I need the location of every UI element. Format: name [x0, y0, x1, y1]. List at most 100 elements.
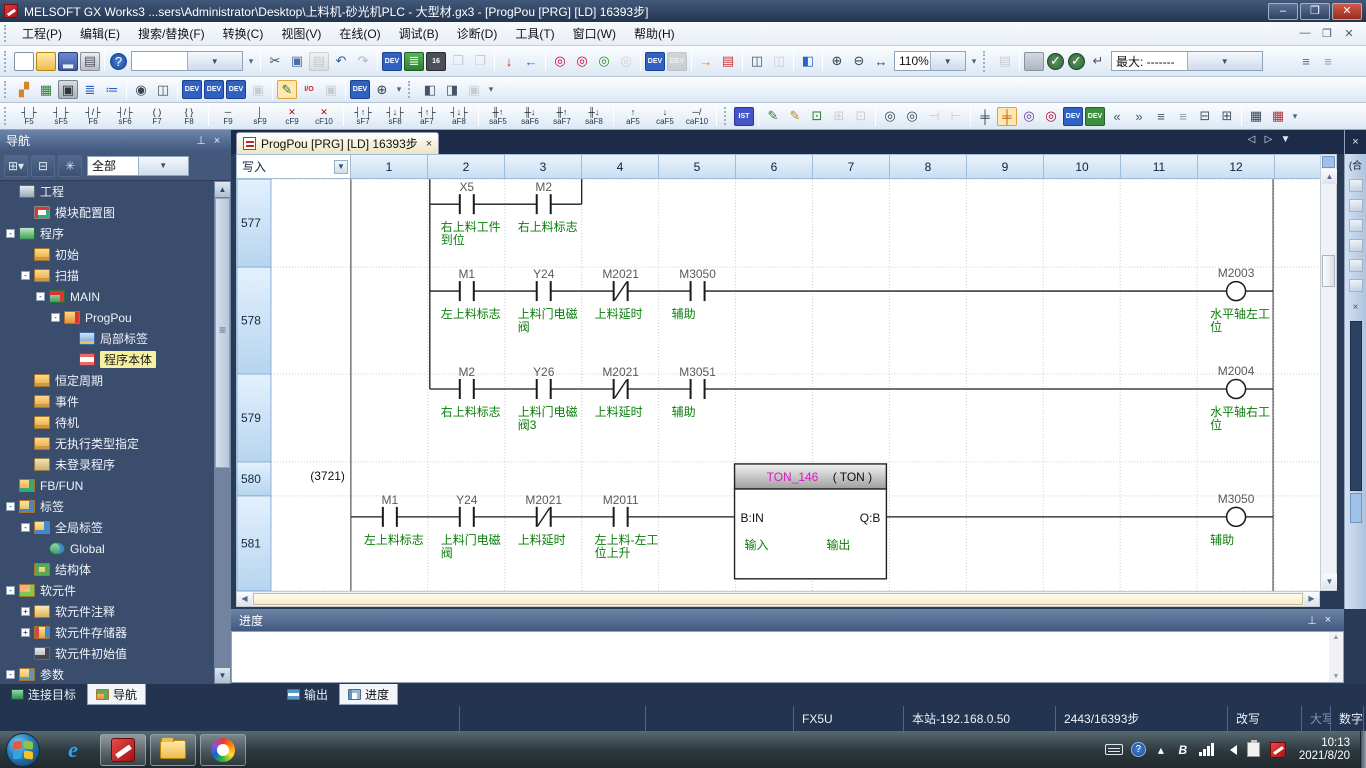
- maximize-button[interactable]: ❐: [1300, 3, 1330, 20]
- tb-dev-c-icon[interactable]: DEV: [226, 80, 246, 99]
- tb-tree-icon[interactable]: ▞: [14, 80, 34, 99]
- nav-item-5[interactable]: -MAIN: [0, 286, 214, 307]
- new-doc-icon[interactable]: [14, 52, 34, 71]
- ladder-canvas[interactable]: 577X5右上料工件到位M2右上料标志578M1左上料标志Y24上料门电磁阀M2…: [236, 179, 1320, 591]
- bubble-a-icon[interactable]: ⊡: [807, 107, 827, 126]
- toolbar-combo[interactable]: 最大: -------▼: [1111, 51, 1263, 71]
- toolbar-overflow-icon[interactable]: ▾: [1289, 111, 1301, 122]
- toolbar-overflow-icon[interactable]: ▾: [393, 84, 405, 95]
- tree-expander-icon[interactable]: -: [6, 586, 15, 595]
- menu-item-6[interactable]: 调试(B): [390, 22, 448, 45]
- bubble-gray-icon[interactable]: ⊡: [851, 107, 871, 126]
- tree-display-button[interactable]: ⊞▾: [4, 155, 28, 177]
- doc-red-icon[interactable]: ▤: [718, 52, 738, 71]
- chevron-down-icon[interactable]: ▼: [1187, 52, 1263, 70]
- list-y-icon[interactable]: ⊞: [1217, 107, 1237, 126]
- nav-item-4[interactable]: -扫描: [0, 265, 214, 286]
- ladder-symbol-sF8[interactable]: ┤↓├sF8: [380, 104, 410, 128]
- tb-win-a-icon[interactable]: ◧: [420, 80, 440, 99]
- nav-item-20[interactable]: +软元件注释: [0, 601, 214, 622]
- nav-item-6[interactable]: -ProgPou: [0, 307, 214, 328]
- dock-close-icon[interactable]: ×: [1345, 130, 1366, 154]
- toolbar-overflow-icon[interactable]: ▾: [485, 84, 497, 95]
- vscroll-thumb[interactable]: [1322, 255, 1335, 287]
- tab-scroll-right-icon[interactable]: ▷: [1260, 134, 1277, 145]
- tree-expander-icon[interactable]: -: [6, 502, 15, 511]
- tree-expander-icon[interactable]: -: [21, 523, 30, 532]
- scroll-left-icon[interactable]: ◀: [237, 592, 252, 606]
- tb-gray-c-icon[interactable]: ▣: [464, 80, 484, 99]
- ladder-symbol-cF10[interactable]: ✕cF10: [309, 104, 339, 128]
- nav-tab-1[interactable]: 导航: [87, 684, 146, 705]
- win-pair-icon[interactable]: ❐: [448, 52, 468, 71]
- wire-a-icon[interactable]: ╪: [975, 107, 995, 126]
- ladder-symbol-caF5[interactable]: ↓caF5: [650, 104, 680, 128]
- line-del-icon[interactable]: ⊢: [946, 107, 966, 126]
- tb-list-blue-icon[interactable]: ≣: [80, 80, 100, 99]
- ladder-symbol-aF5[interactable]: ↑aF5: [618, 104, 648, 128]
- chevron-down-icon[interactable]: ▼: [930, 52, 966, 70]
- ladder-symbol-F7[interactable]: ( )F7: [142, 104, 172, 128]
- dev-gray-icon[interactable]: DEV: [667, 52, 687, 71]
- nav-item-23[interactable]: -参数: [0, 664, 214, 684]
- chevron-down-icon[interactable]: ▼: [334, 160, 348, 174]
- fb-TON_146[interactable]: TON_146( TON )B:INQ:B输入输出: [735, 464, 887, 579]
- taskbar-clock[interactable]: 10:13 2021/8/20: [1299, 737, 1350, 763]
- tb-find-win-icon[interactable]: ◫: [153, 80, 173, 99]
- menu-item-10[interactable]: 帮助(H): [625, 22, 684, 45]
- ladder-symbol-cF9[interactable]: ✕cF9: [277, 104, 307, 128]
- mode-cell[interactable]: 写入▼: [237, 155, 351, 178]
- open-folder-icon[interactable]: [36, 52, 56, 71]
- minimize-button[interactable]: –: [1268, 3, 1298, 20]
- redo-icon[interactable]: ↷: [353, 52, 373, 71]
- nav-item-8[interactable]: 程序本体: [0, 349, 214, 370]
- tb-dev-a-icon[interactable]: DEV: [182, 80, 202, 99]
- tb-edit-hl-icon[interactable]: ✎: [277, 80, 297, 99]
- copy-icon[interactable]: ▣: [287, 52, 307, 71]
- pin-icon[interactable]: ⊥: [1304, 614, 1320, 627]
- gx-tray-icon[interactable]: [1270, 742, 1286, 758]
- menu-item-9[interactable]: 窗口(W): [564, 22, 625, 45]
- dock-icon[interactable]: [1349, 179, 1363, 192]
- scroll-right-icon[interactable]: ▶: [1304, 592, 1319, 606]
- win-blue-icon[interactable]: ◧: [798, 52, 818, 71]
- nav-item-13[interactable]: 未登录程序: [0, 454, 214, 475]
- ladder-symbol-F9[interactable]: ─F9: [213, 104, 243, 128]
- ladder-symbol-saF5[interactable]: ╫↑saF5: [483, 104, 513, 128]
- scroll-down-icon[interactable]: ▼: [215, 668, 230, 683]
- help-tray-icon[interactable]: ?: [1131, 742, 1146, 757]
- pencil-a-icon[interactable]: ✎: [763, 107, 783, 126]
- dev-monitor-icon[interactable]: ≣: [404, 52, 424, 71]
- nav-item-11[interactable]: 待机: [0, 412, 214, 433]
- menu-item-1[interactable]: 编辑(E): [71, 22, 129, 45]
- tree-expander-icon[interactable]: -: [6, 229, 15, 238]
- scroll-down-icon[interactable]: ▼: [1322, 574, 1337, 589]
- editor-hscrollbar[interactable]: ◀ ▶: [236, 591, 1320, 607]
- tab-progpou[interactable]: ProgPou [PRG] [LD] 16393步 ×: [236, 132, 439, 154]
- ladder-symbol-sF9[interactable]: │sF9: [245, 104, 275, 128]
- dock-icon[interactable]: [1349, 219, 1363, 232]
- wire-b-icon[interactable]: ╪: [997, 107, 1017, 126]
- chevron-down-icon[interactable]: ▼: [187, 52, 243, 70]
- win-gray-icon[interactable]: ◫: [769, 52, 789, 71]
- tree-expander-icon[interactable]: -: [51, 313, 60, 322]
- shift-l-icon[interactable]: «: [1107, 107, 1127, 126]
- toolbar-combo[interactable]: ▼: [131, 51, 243, 71]
- gray-1-icon[interactable]: ⊞: [829, 107, 849, 126]
- network-signal-icon[interactable]: [1199, 743, 1215, 756]
- vscroll-split-box[interactable]: [1322, 156, 1335, 168]
- ladder-symbol-caF10[interactable]: ─/caF10: [682, 104, 712, 128]
- ladder-symbol-saF6[interactable]: ╫↓saF6: [515, 104, 545, 128]
- chevron-down-icon[interactable]: ▼: [138, 157, 189, 175]
- nav-item-12[interactable]: 无执行类型指定: [0, 433, 214, 454]
- help-circle-icon[interactable]: ?: [110, 53, 127, 70]
- tree-expander-icon[interactable]: -: [21, 271, 30, 280]
- inst-box-icon[interactable]: IST: [734, 107, 754, 126]
- tb-io-icon[interactable]: I/O: [299, 80, 319, 99]
- dock-icon[interactable]: [1349, 199, 1363, 212]
- undo-icon[interactable]: ↶: [331, 52, 351, 71]
- mag-p-icon[interactable]: ◎: [1019, 107, 1039, 126]
- dock-collapsed-bar2[interactable]: [1350, 493, 1362, 523]
- dock-r1-icon[interactable]: ≡: [1296, 52, 1316, 71]
- win-pair-icon[interactable]: ❐: [470, 52, 490, 71]
